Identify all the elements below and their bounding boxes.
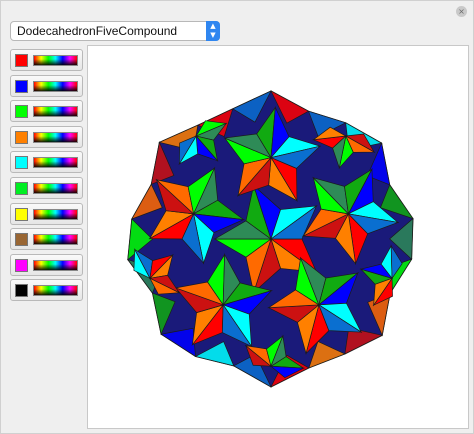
- color-swatch: [15, 284, 28, 298]
- color-swatch: [15, 233, 28, 247]
- color-gradient-icon: [33, 55, 78, 66]
- color-gradient-icon: [33, 157, 78, 169]
- color-setter-10[interactable]: [10, 279, 83, 302]
- polyhedron-graphic[interactable]: [88, 46, 470, 430]
- color-setter-4[interactable]: [10, 125, 83, 148]
- polyhedron-select[interactable]: DodecahedronFiveCompound ▲ ▼: [10, 21, 220, 41]
- color-swatch: [15, 258, 28, 272]
- color-setter-2[interactable]: [10, 74, 83, 97]
- color-setter-3[interactable]: [10, 100, 83, 123]
- color-swatch: [15, 105, 28, 119]
- color-setter-1[interactable]: [10, 49, 83, 71]
- color-gradient-icon: [33, 131, 78, 143]
- color-swatch: [15, 156, 28, 170]
- color-swatch: [15, 130, 28, 144]
- color-setter-8[interactable]: [10, 228, 83, 251]
- color-swatch-list: [10, 49, 83, 305]
- color-gradient-icon: [33, 106, 78, 118]
- color-swatch: [15, 79, 28, 93]
- color-swatch: [15, 54, 28, 67]
- app-window: × DodecahedronFiveCompound ▲ ▼: [0, 0, 474, 434]
- color-gradient-icon: [33, 208, 78, 220]
- color-setter-7[interactable]: [10, 202, 83, 225]
- color-setter-9[interactable]: [10, 253, 83, 276]
- close-icon[interactable]: ×: [456, 6, 467, 17]
- color-swatch: [15, 181, 28, 195]
- color-gradient-icon: [33, 234, 78, 246]
- color-setter-6[interactable]: [10, 176, 83, 199]
- polyhedron-select-value: DodecahedronFiveCompound: [17, 24, 178, 38]
- color-gradient-icon: [33, 259, 78, 271]
- color-setter-5[interactable]: [10, 151, 83, 174]
- color-gradient-icon: [33, 285, 78, 297]
- polyhedron-canvas[interactable]: [87, 45, 469, 429]
- color-gradient-icon: [33, 182, 78, 194]
- color-swatch: [15, 207, 28, 221]
- chevron-updown-icon[interactable]: ▲ ▼: [206, 21, 220, 41]
- color-gradient-icon: [33, 80, 78, 92]
